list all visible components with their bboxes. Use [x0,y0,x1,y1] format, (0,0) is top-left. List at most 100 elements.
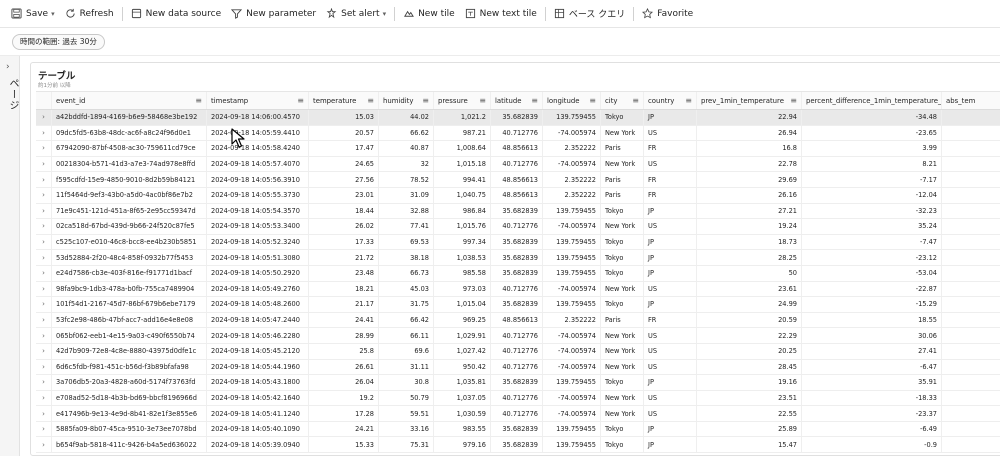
table-row[interactable]: › 6d6c5fdb-f981-451c-b56d-f3b89bfafa98 202… [36,359,1000,376]
cell-prev-1min-temperature: 24.99 [697,297,802,312]
expand-row-icon[interactable]: › [36,203,52,219]
expand-row-icon[interactable]: › [36,234,52,250]
pages-label[interactable]: ページ [5,78,20,111]
time-range-pill[interactable]: 時間の範囲: 過去 30分 [12,34,105,50]
column-menu-icon[interactable]: ≡ [685,96,692,105]
expand-row-icon[interactable]: › [36,421,52,437]
cell-temperature: 26.02 [309,219,379,234]
cell-prev-1min-temperature: 25.89 [697,421,802,437]
expand-row-icon[interactable]: › [36,328,52,343]
cell-latitude: 35.682839 [491,265,543,281]
column-menu-icon[interactable]: ≡ [297,96,304,105]
cell-city: New York [601,125,644,141]
column-header-abs-tem[interactable]: abs_tem [942,92,1000,109]
table-row[interactable]: › e417496b-9e13-4e9d-8b41-82e1f3e855e6 202… [36,406,1000,422]
column-header-event-id[interactable]: event_id ≡ [52,92,207,109]
column-menu-icon[interactable]: ≡ [531,96,538,105]
cell-pressure: 1,037.05 [434,390,491,406]
cell-pressure: 985.58 [434,265,491,281]
table-row[interactable]: › 065bf062-eeb1-4e15-9a03-c490f6550b74 202… [36,328,1000,344]
table-row[interactable]: › 53fc2e98-486b-47bf-acc7-add16e4e8e08 202… [36,312,1000,329]
table-row[interactable]: › f595cdfd-15e9-4850-9010-8d2b59b84121 202… [36,172,1000,188]
expand-row-icon[interactable]: › [36,141,52,156]
column-menu-icon[interactable]: ≡ [589,96,596,105]
expand-row-icon[interactable]: › [36,219,52,234]
cell-temperature: 23.01 [309,187,379,203]
table-row[interactable]: › 101f54d1-2167-45d7-86bf-679b6ebe7179 202… [36,297,1000,313]
expand-row-icon[interactable]: › [36,125,52,141]
expand-row-icon[interactable]: › [36,343,52,359]
table-row[interactable]: › 5885fa09-8b07-45ca-9510-3e73ee7078bd 202… [36,421,1000,438]
base-query-button[interactable]: ベース クエリ [549,3,630,25]
column-menu-icon[interactable]: ≡ [367,96,374,105]
column-menu-icon[interactable]: ≡ [479,96,486,105]
set-alert-button[interactable]: Set alert ▾ [321,3,391,25]
table-row[interactable]: › 67942090-87bf-4508-ac30-759611cd79ce 202… [36,141,1000,157]
table-row[interactable]: › a42bddfd-1894-4169-b6e9-58468e3be192 202… [36,110,1000,126]
column-header-prev-1min-temperature[interactable]: prev_1min_temperature ≡ [697,92,802,109]
table-row[interactable]: › 11f5464d-9ef3-43b0-a5d0-4ac0bf86e7b2 202… [36,187,1000,204]
column-menu-icon[interactable]: ≡ [790,96,797,105]
table-row[interactable]: › e708ad52-5d18-4b3b-bd69-bbcf8196966d 202… [36,390,1000,407]
expand-row-icon[interactable]: › [36,281,52,297]
cell-longitude: 139.759455 [543,297,601,312]
column-header-latitude[interactable]: latitude ≡ [491,92,543,109]
new-parameter-button[interactable]: New parameter [226,3,321,25]
column-header-humidity[interactable]: humidity ≡ [379,92,434,109]
expand-row-icon[interactable]: › [36,265,52,281]
cell-humidity: 77.41 [379,219,434,234]
cell-latitude: 40.712776 [491,343,543,359]
expand-row-icon[interactable]: › [36,297,52,312]
table-row[interactable]: › 02ca518d-67bd-439d-9b66-24f520c87fe5 202… [36,219,1000,235]
column-header-longitude[interactable]: longitude ≡ [543,92,601,109]
expand-row-icon[interactable]: › [36,250,52,265]
table-row[interactable]: › 3a706db5-20a3-4828-a60d-5174f73763fd 202… [36,375,1000,391]
cell-temperature: 17.47 [309,141,379,156]
column-header-country[interactable]: country ≡ [644,92,697,109]
column-header-pressure[interactable]: pressure ≡ [434,92,491,109]
table-row[interactable]: › e24d7586-cb3e-403f-816e-f91771d1bacf 202… [36,265,1000,282]
table-row[interactable]: › 71e9c451-121d-451a-8f65-2e95cc59347d 202… [36,203,1000,220]
parameter-bar: 時間の範囲: 過去 30分 [0,28,1000,56]
cell-percent-difference: -23.12 [802,250,942,265]
table-row[interactable]: › 09dc5fd5-63b8-48dc-ac6f-a8c24f96d0e1 202… [36,125,1000,142]
cell-city: New York [601,390,644,406]
table-row[interactable]: › 53d52884-2f20-48c4-858f-0932b77f5453 202… [36,250,1000,266]
column-header-city[interactable]: city ≡ [601,92,644,109]
column-menu-icon[interactable]: ≡ [632,96,639,105]
chevron-right-icon[interactable]: › [6,62,10,72]
column-menu-icon[interactable]: ≡ [422,96,429,105]
expand-row-icon[interactable]: › [36,437,52,453]
new-text-tile-button[interactable]: New text tile [460,3,542,25]
cell-city: Tokyo [601,437,644,453]
cell-pressure: 1,015.04 [434,297,491,312]
table-row[interactable]: › b654f9ab-5818-411c-9426-b4a5ed636022 202… [36,437,1000,454]
cell-city: Tokyo [601,297,644,312]
column-header-percent-difference[interactable]: percent_difference_1min_temperature_≡ [802,92,942,109]
refresh-button[interactable]: Refresh [60,3,119,25]
column-header-timestamp[interactable]: timestamp ≡ [207,92,309,109]
cell-temperature: 28.99 [309,328,379,343]
expand-row-icon[interactable]: › [36,110,52,125]
table-row[interactable]: › 42d7b909-72e8-4c8e-8880-43975d0dfe1c 202… [36,343,1000,360]
table-row[interactable]: › 98fa9bc9-1db3-478a-b0fb-755ca7489904 202… [36,281,1000,298]
expand-row-icon[interactable]: › [36,390,52,406]
cell-abs-tem [942,141,1000,156]
expand-row-icon[interactable]: › [36,312,52,328]
expand-row-icon[interactable]: › [36,156,52,172]
table-row[interactable]: › 00218304-b571-41d3-a7e3-74ad978e8ffd 202… [36,156,1000,173]
column-menu-icon[interactable]: ≡ [195,96,202,105]
new-data-source-button[interactable]: New data source [126,3,227,25]
favorite-button[interactable]: Favorite [637,3,698,25]
expand-row-icon[interactable]: › [36,187,52,203]
chevron-down-icon[interactable]: ▾ [51,10,55,18]
new-tile-button[interactable]: New tile [398,3,460,25]
expand-row-icon[interactable]: › [36,406,52,421]
table-row[interactable]: › c525c107-e010-46c8-bcc8-ee4b230b5851 202… [36,234,1000,251]
save-button[interactable]: Save ▾ [6,3,60,25]
expand-row-icon[interactable]: › [36,375,52,390]
column-header-temperature[interactable]: temperature ≡ [309,92,379,109]
expand-row-icon[interactable]: › [36,172,52,187]
expand-row-icon[interactable]: › [36,359,52,375]
chevron-down-icon[interactable]: ▾ [383,10,387,18]
